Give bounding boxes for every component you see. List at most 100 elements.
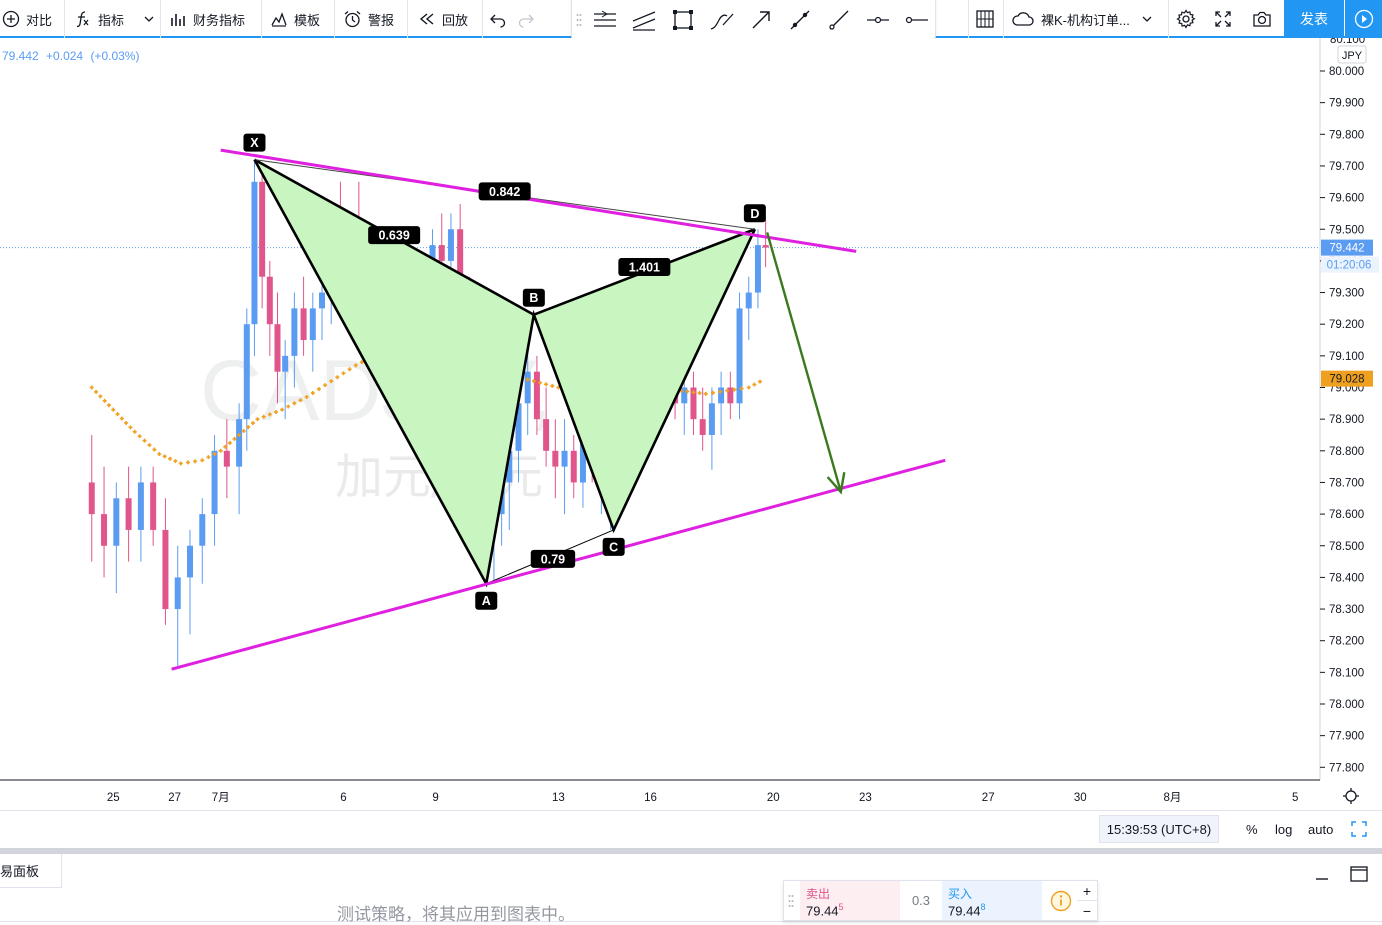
buy-label: 买入: [948, 887, 973, 901]
horizontal-line-tool[interactable]: [901, 4, 933, 36]
price-label: 78.200: [1329, 636, 1364, 648]
maximize-panel-button[interactable]: [1349, 860, 1369, 888]
undo-icon: [490, 14, 506, 28]
rectangle-tool[interactable]: [667, 4, 699, 36]
publish-button[interactable]: 发表: [1284, 0, 1344, 38]
chevron-down-icon[interactable]: [144, 14, 154, 24]
price-label: 77.900: [1329, 731, 1364, 743]
time-label: 9: [432, 792, 438, 804]
point-b-label: B: [529, 291, 538, 305]
layout-name-button[interactable]: 裸K-机构订单...: [1011, 0, 1166, 38]
replay-button[interactable]: 回放: [418, 0, 480, 38]
layout-name-label: 裸K-机构订单...: [1041, 12, 1130, 28]
candle-body: [754, 245, 761, 293]
brush-icon: [710, 13, 734, 30]
undo-button[interactable]: [489, 0, 511, 38]
fullscreen-icon: [1215, 11, 1231, 27]
fullscreen-button[interactable]: [1214, 0, 1236, 38]
spread-value: 0.3: [911, 893, 931, 908]
candle-body: [243, 324, 250, 420]
candle-body: [125, 498, 132, 530]
financials-button[interactable]: 财务指标: [169, 0, 259, 38]
horizontal-lines-tool[interactable]: [589, 4, 621, 36]
ma-badge-label: 79.028: [1329, 374, 1364, 386]
buy-button[interactable]: 买入 79.448: [942, 881, 1042, 920]
last-price-badge-label: 79.442: [1329, 243, 1364, 255]
minimize-panel-button[interactable]: [1314, 860, 1330, 888]
parallel-channel-tool[interactable]: [628, 4, 660, 36]
quantity-stepper[interactable]: + −: [1077, 881, 1097, 920]
bar-chart-icon: [171, 14, 185, 26]
price-label: 79.500: [1329, 224, 1364, 236]
time-label: 27: [168, 792, 181, 804]
grid-icon: [976, 10, 994, 28]
replay-label: 回放: [442, 12, 469, 28]
play-button[interactable]: [1345, 0, 1382, 38]
legend-price: 79.442: [2, 49, 39, 63]
bd-ratio-label: 1.401: [629, 260, 660, 274]
candle-body: [543, 419, 550, 451]
price-legend: 79.442 +0.024 (+0.03%): [2, 49, 139, 63]
chevron-down-icon[interactable]: [1142, 14, 1152, 24]
time-label: 7月: [212, 792, 230, 804]
drag-dots-icon: [576, 14, 582, 26]
minus-icon[interactable]: −: [1077, 900, 1097, 920]
candle-body: [113, 498, 120, 546]
log-scale-toggle[interactable]: log: [1275, 815, 1292, 843]
candle-body: [259, 181, 266, 277]
drag-handle[interactable]: [572, 4, 586, 36]
candle-body: [211, 450, 218, 515]
layout-grid-button[interactable]: [975, 0, 997, 38]
template-button[interactable]: 模板: [270, 0, 332, 38]
trade-drag-handle[interactable]: [784, 881, 798, 920]
arrow-icon: [752, 11, 770, 29]
alert-label: 警报: [368, 12, 395, 28]
clock-display[interactable]: 15:39:53 (UTC+8): [1099, 815, 1219, 843]
percent-scale-toggle[interactable]: %: [1246, 815, 1258, 843]
price-label: 78.300: [1329, 604, 1364, 616]
arrow-tool[interactable]: [745, 4, 777, 36]
rectangle-icon: [673, 10, 693, 30]
toolbar-separator: [1168, 0, 1169, 38]
trading-panel-tab[interactable]: 交易面板: [0, 854, 62, 888]
xd-ratio-label: 0.842: [489, 185, 520, 199]
svg-text:79.442 +0.024 (+0.: 79.442 +0.024 (+0.03%): [2, 49, 139, 63]
candle-body: [708, 403, 715, 435]
compare-button[interactable]: 对比: [0, 0, 62, 38]
trading-panel-tab-label: 交易面板: [0, 864, 40, 879]
buy-price-sup: 8: [980, 902, 986, 912]
ray-tool[interactable]: [823, 4, 855, 36]
point-c-label: C: [609, 540, 618, 554]
function-icon: [76, 11, 89, 28]
indicators-button[interactable]: 指标: [74, 0, 158, 38]
redo-icon: [518, 14, 534, 28]
toolbar-separator: [1003, 0, 1004, 38]
price-label: 80.000: [1329, 66, 1364, 78]
sell-label: 卖出: [806, 887, 831, 901]
price-label: 78.900: [1329, 414, 1364, 426]
trade-info-button[interactable]: [1046, 881, 1076, 920]
redo-button[interactable]: [517, 0, 539, 38]
candle-body: [88, 482, 95, 515]
gear-icon: [1176, 9, 1196, 29]
price-chart[interactable]: CADJPY, 4h 加元/日元 XABCD0.6390.8421.4010.7…: [0, 38, 1382, 810]
expand-icon: [1351, 821, 1367, 837]
candle-body: [524, 371, 531, 404]
alert-button[interactable]: 警报: [343, 0, 405, 38]
drag-dots-icon: [788, 894, 794, 907]
time-label: 5: [1292, 792, 1298, 804]
auto-scale-toggle[interactable]: auto: [1308, 815, 1333, 843]
snapshot-button[interactable]: [1252, 0, 1274, 38]
toolbar-separator: [407, 0, 408, 38]
brush-tool[interactable]: [706, 4, 738, 36]
candle-body: [300, 308, 307, 341]
settings-button[interactable]: [1176, 0, 1198, 38]
trade-widget: 卖出 79.445 0.3 买入 79.448 + −: [783, 880, 1098, 921]
trend-line-tool[interactable]: [784, 4, 816, 36]
currency-badge[interactable]: JPY: [1337, 45, 1367, 64]
fit-screen-button[interactable]: [1350, 815, 1368, 843]
candle-body: [319, 292, 326, 309]
sell-button[interactable]: 卖出 79.445: [800, 881, 900, 920]
horizontal-ray-tool[interactable]: [862, 4, 894, 36]
plus-icon[interactable]: +: [1077, 881, 1097, 900]
